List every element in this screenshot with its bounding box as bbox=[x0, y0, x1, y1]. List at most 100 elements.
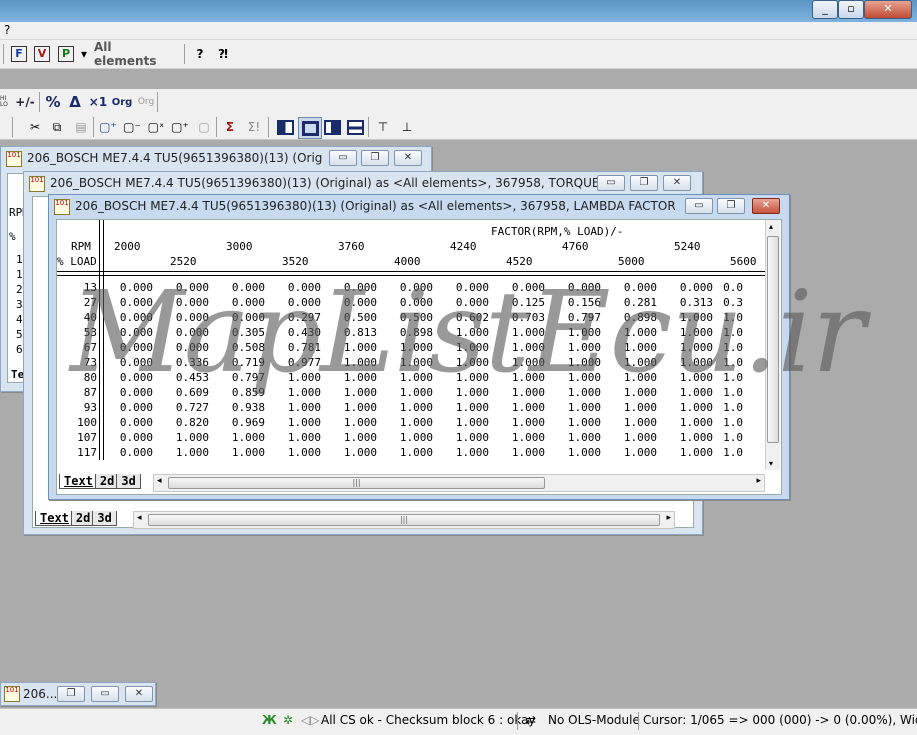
table-cell[interactable]: 1.000 bbox=[545, 355, 601, 370]
table-cell[interactable]: 1.000 bbox=[209, 430, 265, 445]
table-cell[interactable]: 0.000 bbox=[153, 340, 209, 355]
layout-horizontal-icon[interactable] bbox=[345, 117, 365, 137]
table-cell[interactable]: 1.000 bbox=[433, 370, 489, 385]
table-cell[interactable]: 1.000 bbox=[265, 400, 321, 415]
cut-icon[interactable]: ✂ bbox=[26, 117, 44, 137]
table-cell[interactable]: 1.000 bbox=[321, 415, 377, 430]
help-icon[interactable]: ? bbox=[192, 44, 208, 64]
table-cell[interactable]: 1.000 bbox=[545, 415, 601, 430]
w3-tab-text[interactable]: Text bbox=[59, 474, 98, 489]
scroll-left-icon[interactable]: ◂ bbox=[137, 513, 142, 523]
table-cell[interactable]: 0.000 bbox=[601, 280, 657, 295]
scale-block-icon[interactable]: ▢⁺ bbox=[170, 117, 190, 137]
hilo-button[interactable]: HI LO bbox=[0, 92, 12, 112]
table-cell[interactable]: 1.000 bbox=[377, 430, 433, 445]
table-cell[interactable]: 1.000 bbox=[265, 445, 321, 460]
table-cell[interactable]: 1.000 bbox=[265, 370, 321, 385]
table-cell[interactable]: 0.797 bbox=[209, 370, 265, 385]
table-cell[interactable]: 1.0 bbox=[713, 415, 743, 430]
table-cell[interactable]: 0.000 bbox=[209, 295, 265, 310]
table-cell[interactable]: 0.000 bbox=[97, 280, 153, 295]
table-cell[interactable]: 0.336 bbox=[153, 355, 209, 370]
w2-tab-text[interactable]: Text bbox=[35, 511, 74, 526]
w3-restore-button[interactable]: ❐ bbox=[717, 198, 745, 214]
table-cell[interactable]: 0.281 bbox=[601, 295, 657, 310]
context-help-icon[interactable]: ⁈ bbox=[214, 44, 232, 64]
table-cell[interactable]: 0.508 bbox=[209, 340, 265, 355]
table-cell[interactable]: 1.0 bbox=[713, 430, 743, 445]
menu-help[interactable]: ? bbox=[4, 23, 10, 37]
table-cell[interactable]: 0.727 bbox=[153, 400, 209, 415]
table-cell[interactable]: 1.000 bbox=[489, 355, 545, 370]
table-cell[interactable]: 0.000 bbox=[97, 370, 153, 385]
original-compare-button[interactable]: Org bbox=[136, 92, 156, 112]
table-cell[interactable]: 1.000 bbox=[601, 415, 657, 430]
table-cell[interactable]: 1.000 bbox=[545, 340, 601, 355]
table-cell[interactable]: 0.000 bbox=[209, 280, 265, 295]
table-cell[interactable]: 0.305 bbox=[209, 325, 265, 340]
format-f-button[interactable]: F bbox=[10, 44, 28, 64]
table-cell[interactable]: 1.0 bbox=[713, 385, 743, 400]
table-cell[interactable]: 1.0 bbox=[713, 325, 743, 340]
table-cell[interactable]: 1.000 bbox=[489, 340, 545, 355]
table-cell[interactable]: 0.000 bbox=[153, 310, 209, 325]
table-cell[interactable]: 1.000 bbox=[657, 340, 713, 355]
table-cell[interactable]: 1.000 bbox=[657, 415, 713, 430]
table-cell[interactable]: 1.000 bbox=[601, 325, 657, 340]
table-cell[interactable]: 0.938 bbox=[209, 400, 265, 415]
table-cell[interactable]: 1.000 bbox=[489, 415, 545, 430]
table-cell[interactable]: 1.000 bbox=[657, 370, 713, 385]
w1-restore-button[interactable]: ❐ bbox=[361, 150, 389, 166]
table-cell[interactable]: 1.000 bbox=[265, 430, 321, 445]
table-cell[interactable]: 1.000 bbox=[377, 355, 433, 370]
table-cell[interactable]: 0.000 bbox=[265, 295, 321, 310]
table-cell[interactable]: 0.703 bbox=[489, 310, 545, 325]
w3-horizontal-scrollbar[interactable]: ◂ ||| ▸ bbox=[153, 474, 765, 492]
paste-icon[interactable]: ▤ bbox=[72, 117, 90, 137]
table-cell[interactable]: 1.000 bbox=[265, 415, 321, 430]
table-cell[interactable]: 1.000 bbox=[601, 400, 657, 415]
table-cell[interactable]: 1.000 bbox=[657, 310, 713, 325]
table-cell[interactable]: 1.000 bbox=[377, 400, 433, 415]
w3-vscroll-thumb[interactable] bbox=[767, 236, 779, 443]
table-cell[interactable]: 1.000 bbox=[657, 400, 713, 415]
w4-close-button[interactable]: ✕ bbox=[125, 686, 153, 702]
table-cell[interactable]: 0.000 bbox=[545, 280, 601, 295]
w2-minimize-button[interactable]: ▭ bbox=[597, 175, 625, 191]
table-cell[interactable]: 0.813 bbox=[321, 325, 377, 340]
w3-scroll-thumb[interactable]: ||| bbox=[168, 477, 545, 489]
table-cell[interactable]: 1.000 bbox=[153, 430, 209, 445]
table-cell[interactable]: 1.000 bbox=[321, 445, 377, 460]
table-cell[interactable]: 0.000 bbox=[377, 295, 433, 310]
table-cell[interactable]: 0.000 bbox=[153, 295, 209, 310]
percent-button[interactable]: % bbox=[44, 92, 62, 112]
map-window-4-minimized[interactable]: 101 206... ❐ ▭ ✕ bbox=[0, 682, 156, 706]
w3-close-button[interactable]: ✕ bbox=[752, 198, 780, 214]
table-cell[interactable]: 1.000 bbox=[321, 370, 377, 385]
table-cell[interactable]: 1.0 bbox=[713, 445, 743, 460]
sum-check-button[interactable]: Σ bbox=[220, 117, 240, 137]
table-cell[interactable]: 0.3 bbox=[713, 295, 743, 310]
table-cell[interactable]: 0.602 bbox=[433, 310, 489, 325]
table-cell[interactable]: 1.000 bbox=[321, 430, 377, 445]
table-cell[interactable]: 0.000 bbox=[153, 325, 209, 340]
table-cell[interactable]: 0.313 bbox=[657, 295, 713, 310]
table-cell[interactable]: 0.125 bbox=[489, 295, 545, 310]
table-cell[interactable]: 1.000 bbox=[433, 325, 489, 340]
table-cell[interactable]: 0.609 bbox=[153, 385, 209, 400]
table-cell[interactable]: 1.000 bbox=[657, 325, 713, 340]
table-cell[interactable]: 1.000 bbox=[433, 415, 489, 430]
table-cell[interactable]: 1.000 bbox=[601, 430, 657, 445]
table-cell[interactable]: 1.000 bbox=[377, 385, 433, 400]
table-cell[interactable]: 0.000 bbox=[433, 280, 489, 295]
table-cell[interactable]: 0.000 bbox=[377, 280, 433, 295]
w1-close-button[interactable]: ✕ bbox=[394, 150, 422, 166]
table-cell[interactable]: 0.898 bbox=[601, 310, 657, 325]
table-cell[interactable]: 0.719 bbox=[209, 355, 265, 370]
table-cell[interactable]: 0.453 bbox=[153, 370, 209, 385]
table-cell[interactable]: 1.000 bbox=[601, 445, 657, 460]
table-cell[interactable]: 0.000 bbox=[489, 280, 545, 295]
table-cell[interactable]: 0.820 bbox=[153, 415, 209, 430]
x1-button[interactable]: ×1 bbox=[88, 92, 108, 112]
scroll-left-icon[interactable]: ◂ bbox=[157, 476, 162, 486]
